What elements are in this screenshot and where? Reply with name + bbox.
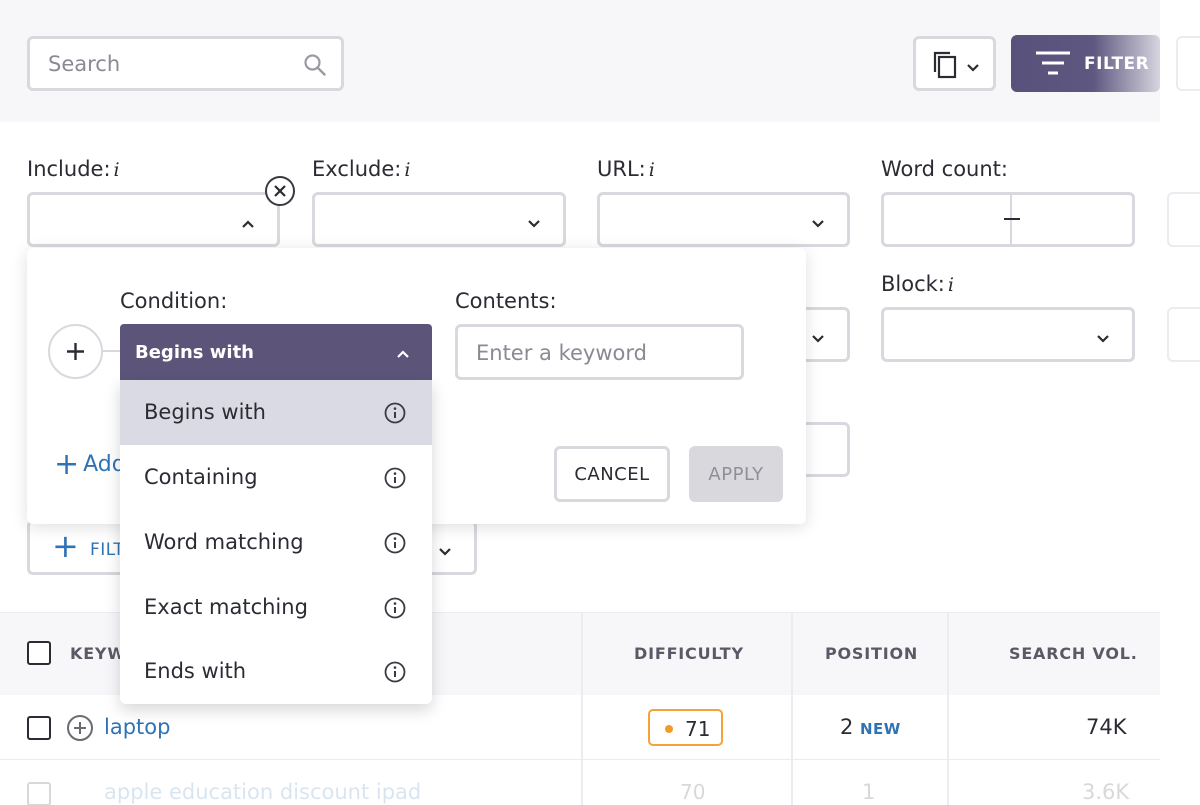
cancel-button[interactable]: CANCEL	[554, 446, 670, 502]
plus-icon: +	[52, 527, 79, 565]
row-checkbox[interactable]	[27, 782, 51, 805]
difficulty-badge: 71	[648, 709, 723, 746]
chevron-down-icon	[811, 214, 825, 233]
plus-icon	[67, 343, 84, 360]
include-select[interactable]	[27, 192, 280, 247]
keyword-field[interactable]	[455, 324, 744, 380]
chevron-down-icon	[438, 542, 452, 561]
apply-button[interactable]: APPLY	[689, 446, 783, 502]
search-volume-value: 74K	[1086, 715, 1127, 739]
contents-label: Contents:	[455, 289, 557, 313]
plus-icon: +	[54, 447, 80, 482]
exclude-select[interactable]	[312, 192, 566, 247]
info-circle-icon[interactable]	[384, 661, 406, 687]
condition-select[interactable]: Begins with	[120, 324, 432, 380]
search-box[interactable]	[27, 36, 344, 91]
column-header-position[interactable]: POSITION	[825, 644, 918, 663]
column-header-search-vol[interactable]: SEARCH VOL.	[1009, 644, 1138, 663]
position-value: 2	[840, 715, 854, 739]
difficulty-value: 71	[685, 717, 711, 741]
info-icon[interactable]: i	[404, 159, 410, 181]
table-row: apple education discount ipad 70 1 3.6K	[0, 770, 1200, 805]
info-icon[interactable]: i	[948, 274, 954, 296]
keyword-input[interactable]	[476, 340, 726, 366]
add-keyword-icon[interactable]	[66, 714, 94, 746]
dropdown-option-exact-matching[interactable]: Exact matching	[120, 575, 432, 640]
dropdown-option-containing[interactable]: Containing	[120, 445, 432, 510]
url-label: URL: i	[597, 157, 655, 181]
word-count-range[interactable]	[881, 192, 1135, 247]
chevron-up-icon	[241, 214, 255, 233]
add-condition-link[interactable]: + Add	[54, 447, 126, 482]
info-circle-icon[interactable]	[384, 402, 406, 428]
select-all-checkbox[interactable]	[27, 641, 51, 665]
connector-line	[103, 350, 121, 352]
chevron-up-icon	[396, 344, 410, 363]
exclude-label: Exclude: i	[312, 157, 411, 181]
filter-button[interactable]: FILTER	[1011, 35, 1160, 92]
table-row	[0, 695, 1160, 760]
chevron-down-icon	[811, 329, 825, 348]
copy-icon	[932, 50, 960, 84]
difficulty-value: 70	[680, 780, 706, 804]
search-volume-value: 3.6K	[1082, 780, 1130, 804]
copy-dropdown-button[interactable]	[913, 36, 996, 91]
filter-icon	[1035, 50, 1071, 80]
column-header-keyword[interactable]: KEYW	[70, 644, 126, 663]
clear-include-button[interactable]	[265, 176, 295, 206]
search-input[interactable]	[48, 51, 298, 77]
hidden-filter-field[interactable]	[1167, 307, 1200, 362]
block-label: Block: i	[881, 272, 954, 296]
chevron-down-icon	[1096, 329, 1110, 348]
keyword-link[interactable]: apple education discount ipad	[104, 780, 421, 804]
search-icon[interactable]	[303, 53, 327, 81]
condition-value: Begins with	[135, 342, 254, 363]
word-count-label: Word count:	[881, 157, 1008, 181]
keyword-link[interactable]: laptop	[104, 715, 170, 739]
range-dash	[1004, 218, 1020, 220]
url-select[interactable]	[597, 192, 850, 247]
info-circle-icon[interactable]	[384, 532, 406, 558]
info-icon[interactable]: i	[114, 159, 120, 181]
row-checkbox[interactable]	[27, 716, 51, 740]
condition-label: Condition:	[120, 289, 228, 313]
close-icon	[274, 185, 286, 197]
dropdown-option-word-matching[interactable]: Word matching	[120, 510, 432, 575]
info-circle-icon[interactable]	[384, 597, 406, 623]
dropdown-option-ends-with[interactable]: Ends with	[120, 639, 432, 704]
difficulty-dot	[665, 725, 673, 733]
condition-dropdown-menu: Begins with Containing Word matching Exa…	[120, 380, 432, 704]
block-select[interactable]	[881, 307, 1135, 362]
chevron-down-icon	[966, 58, 980, 77]
column-header-difficulty[interactable]: DIFFICULTY	[634, 644, 744, 663]
chevron-down-icon	[527, 214, 541, 233]
include-label: Include: i	[27, 157, 120, 181]
info-circle-icon[interactable]	[384, 467, 406, 493]
position-value: 1	[862, 780, 876, 804]
position-new-tag: NEW	[860, 720, 901, 738]
hidden-filter-field[interactable]	[1167, 192, 1200, 247]
info-icon[interactable]: i	[649, 159, 655, 181]
add-condition-circle[interactable]	[48, 324, 103, 379]
toolbar-more-button[interactable]	[1176, 36, 1200, 91]
dropdown-option-begins-with[interactable]: Begins with	[120, 380, 432, 445]
filter-button-label: FILTER	[1084, 54, 1150, 74]
